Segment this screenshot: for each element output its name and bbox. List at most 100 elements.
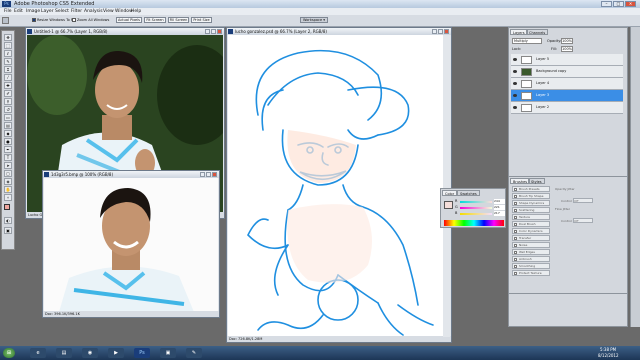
layer-row[interactable]: Layer 4 <box>511 78 623 90</box>
window-maximize-button[interactable] <box>211 29 216 34</box>
workspace-dropdown[interactable]: Workspace ▾ <box>300 17 328 23</box>
document-window-sketch[interactable]: lucho gonzalez.psd @ 66.7% (Layer 2, RGB… <box>226 27 452 343</box>
fit-screen-button[interactable]: Fit Screen <box>144 17 166 23</box>
zoom-tool-panel-icon[interactable]: ⚬ <box>4 194 12 201</box>
red-slider[interactable] <box>460 201 492 203</box>
zoom-tool-icon[interactable] <box>2 17 9 24</box>
brush-option[interactable]: Wet Edges <box>512 249 550 255</box>
minimize-button[interactable]: – <box>601 1 612 7</box>
window-taskbar-icon[interactable]: ▣ <box>160 348 176 358</box>
brush-option[interactable]: Scattering <box>512 207 550 213</box>
menu-filter[interactable]: Filter <box>71 9 82 14</box>
foreground-color-swatch[interactable] <box>444 201 453 209</box>
brush-option[interactable]: Transfer <box>512 235 550 241</box>
menu-help[interactable]: Help <box>131 9 141 14</box>
vertical-scrollbar[interactable] <box>443 35 450 337</box>
brush-option[interactable]: Smoothing <box>512 263 550 269</box>
window-minimize-button[interactable] <box>432 29 437 34</box>
brush-option[interactable]: Airbrush <box>512 256 550 262</box>
menu-edit[interactable]: Edit <box>14 9 23 14</box>
menu-file[interactable]: File <box>4 9 12 14</box>
eyedropper-tool-icon[interactable]: ⁄ <box>4 74 12 81</box>
blur-tool-icon[interactable]: ◆ <box>4 130 12 137</box>
quick-select-tool-icon[interactable]: ✎ <box>4 58 12 65</box>
hand-tool-icon[interactable]: ✋ <box>4 186 12 193</box>
screen-mode-icon[interactable]: ▣ <box>4 227 12 234</box>
eraser-tool-icon[interactable]: ▭ <box>4 114 12 121</box>
start-button[interactable]: ⊞ <box>3 348 15 358</box>
gradient-tool-icon[interactable]: ▤ <box>4 122 12 129</box>
brush-option[interactable]: Brush Presets <box>512 186 550 192</box>
window-close-button[interactable] <box>217 29 222 34</box>
brush-option[interactable]: Brush Tip Shape <box>512 193 550 199</box>
explorer-taskbar-icon[interactable]: ▤ <box>56 348 72 358</box>
healing-brush-tool-icon[interactable]: ✚ <box>4 82 12 89</box>
clone-stamp-tool-icon[interactable]: ⚲ <box>4 98 12 105</box>
firefox-taskbar-icon[interactable]: ◉ <box>82 348 98 358</box>
quick-mask-icon[interactable]: ◐ <box>4 217 12 224</box>
tab-swatches[interactable]: Swatches <box>457 190 480 196</box>
print-size-button[interactable]: Print Size <box>191 17 212 23</box>
close-button[interactable]: ✕ <box>625 1 636 7</box>
pen-tool-icon[interactable]: ✒ <box>4 146 12 153</box>
red-value[interactable]: 244 <box>494 199 505 204</box>
tab-channels[interactable]: Channels <box>526 29 549 35</box>
layer-row-selected[interactable]: Layer 3 <box>511 90 623 102</box>
zoom-all-checkbox[interactable] <box>72 18 76 22</box>
crop-tool-icon[interactable]: ⌗ <box>4 66 12 73</box>
tab-color[interactable]: Color <box>442 190 458 196</box>
visibility-eye-icon[interactable] <box>513 82 517 85</box>
blue-value[interactable]: 217 <box>494 211 505 216</box>
document-window-bmp[interactable]: 1d3g3r5.bmp @ 100% (RGB/8) Doc: 396.1K/3… <box>42 170 220 318</box>
type-tool-icon[interactable]: T <box>4 154 12 161</box>
brush-option[interactable]: Color Dynamics <box>512 228 550 234</box>
lasso-tool-icon[interactable]: ℓ <box>4 50 12 57</box>
maximize-button[interactable]: □ <box>613 1 624 7</box>
window-close-button[interactable] <box>444 29 449 34</box>
window-maximize-button[interactable] <box>206 172 211 177</box>
menu-select[interactable]: Select <box>55 9 69 14</box>
3d-tool-icon[interactable]: ◈ <box>4 178 12 185</box>
paint-taskbar-icon[interactable]: ✎ <box>186 348 202 358</box>
menu-image[interactable]: Image <box>26 9 40 14</box>
menu-layer[interactable]: Layer <box>41 9 54 14</box>
layer-row[interactable]: Layer 5 <box>511 54 623 66</box>
layer-row[interactable]: Background copy <box>511 66 623 78</box>
brush-option[interactable]: Dual Brush <box>512 221 550 227</box>
photoshop-taskbar-icon[interactable]: Ps <box>134 348 150 358</box>
visibility-eye-icon[interactable] <box>513 94 517 97</box>
history-brush-tool-icon[interactable]: ↺ <box>4 106 12 113</box>
ie-taskbar-icon[interactable]: e <box>30 348 46 358</box>
window-close-button[interactable] <box>212 172 217 177</box>
opacity-input[interactable]: 100% <box>561 38 573 44</box>
color-ramp[interactable] <box>444 220 504 226</box>
brush-option[interactable]: Protect Texture <box>512 270 550 276</box>
tab-styles[interactable]: Styles <box>528 178 545 184</box>
window-minimize-button[interactable] <box>200 172 205 177</box>
window-maximize-button[interactable] <box>438 29 443 34</box>
blend-mode-select[interactable]: Multiply <box>512 38 542 44</box>
green-slider[interactable] <box>460 207 492 209</box>
fill-input[interactable]: 100% <box>561 46 573 52</box>
dodge-tool-icon[interactable]: ● <box>4 138 12 145</box>
window-minimize-button[interactable] <box>205 29 210 34</box>
actual-pixels-button[interactable]: Actual Pixels <box>116 17 142 23</box>
control-select[interactable]: Off <box>573 198 593 203</box>
layer-row[interactable]: Layer 2 <box>511 102 623 114</box>
marquee-tool-icon[interactable]: ⬚ <box>4 42 12 49</box>
move-tool-icon[interactable]: ✥ <box>4 34 12 41</box>
tab-layers[interactable]: Layers <box>510 29 528 35</box>
resize-windows-checkbox[interactable] <box>32 18 36 22</box>
brush-tool-icon[interactable]: ✐ <box>4 90 12 97</box>
path-select-tool-icon[interactable]: ➤ <box>4 162 12 169</box>
visibility-eye-icon[interactable] <box>513 58 517 61</box>
shape-tool-icon[interactable]: ▢ <box>4 170 12 177</box>
green-value[interactable]: 221 <box>494 205 505 210</box>
visibility-eye-icon[interactable] <box>513 106 517 109</box>
brush-option[interactable]: Shape Dynamics <box>512 200 550 206</box>
brush-option[interactable]: Texture <box>512 214 550 220</box>
blue-slider[interactable] <box>460 213 492 215</box>
media-taskbar-icon[interactable]: ▶ <box>108 348 124 358</box>
menu-analysis[interactable]: Analysis <box>84 9 103 14</box>
foreground-color-swatch[interactable] <box>4 204 10 210</box>
